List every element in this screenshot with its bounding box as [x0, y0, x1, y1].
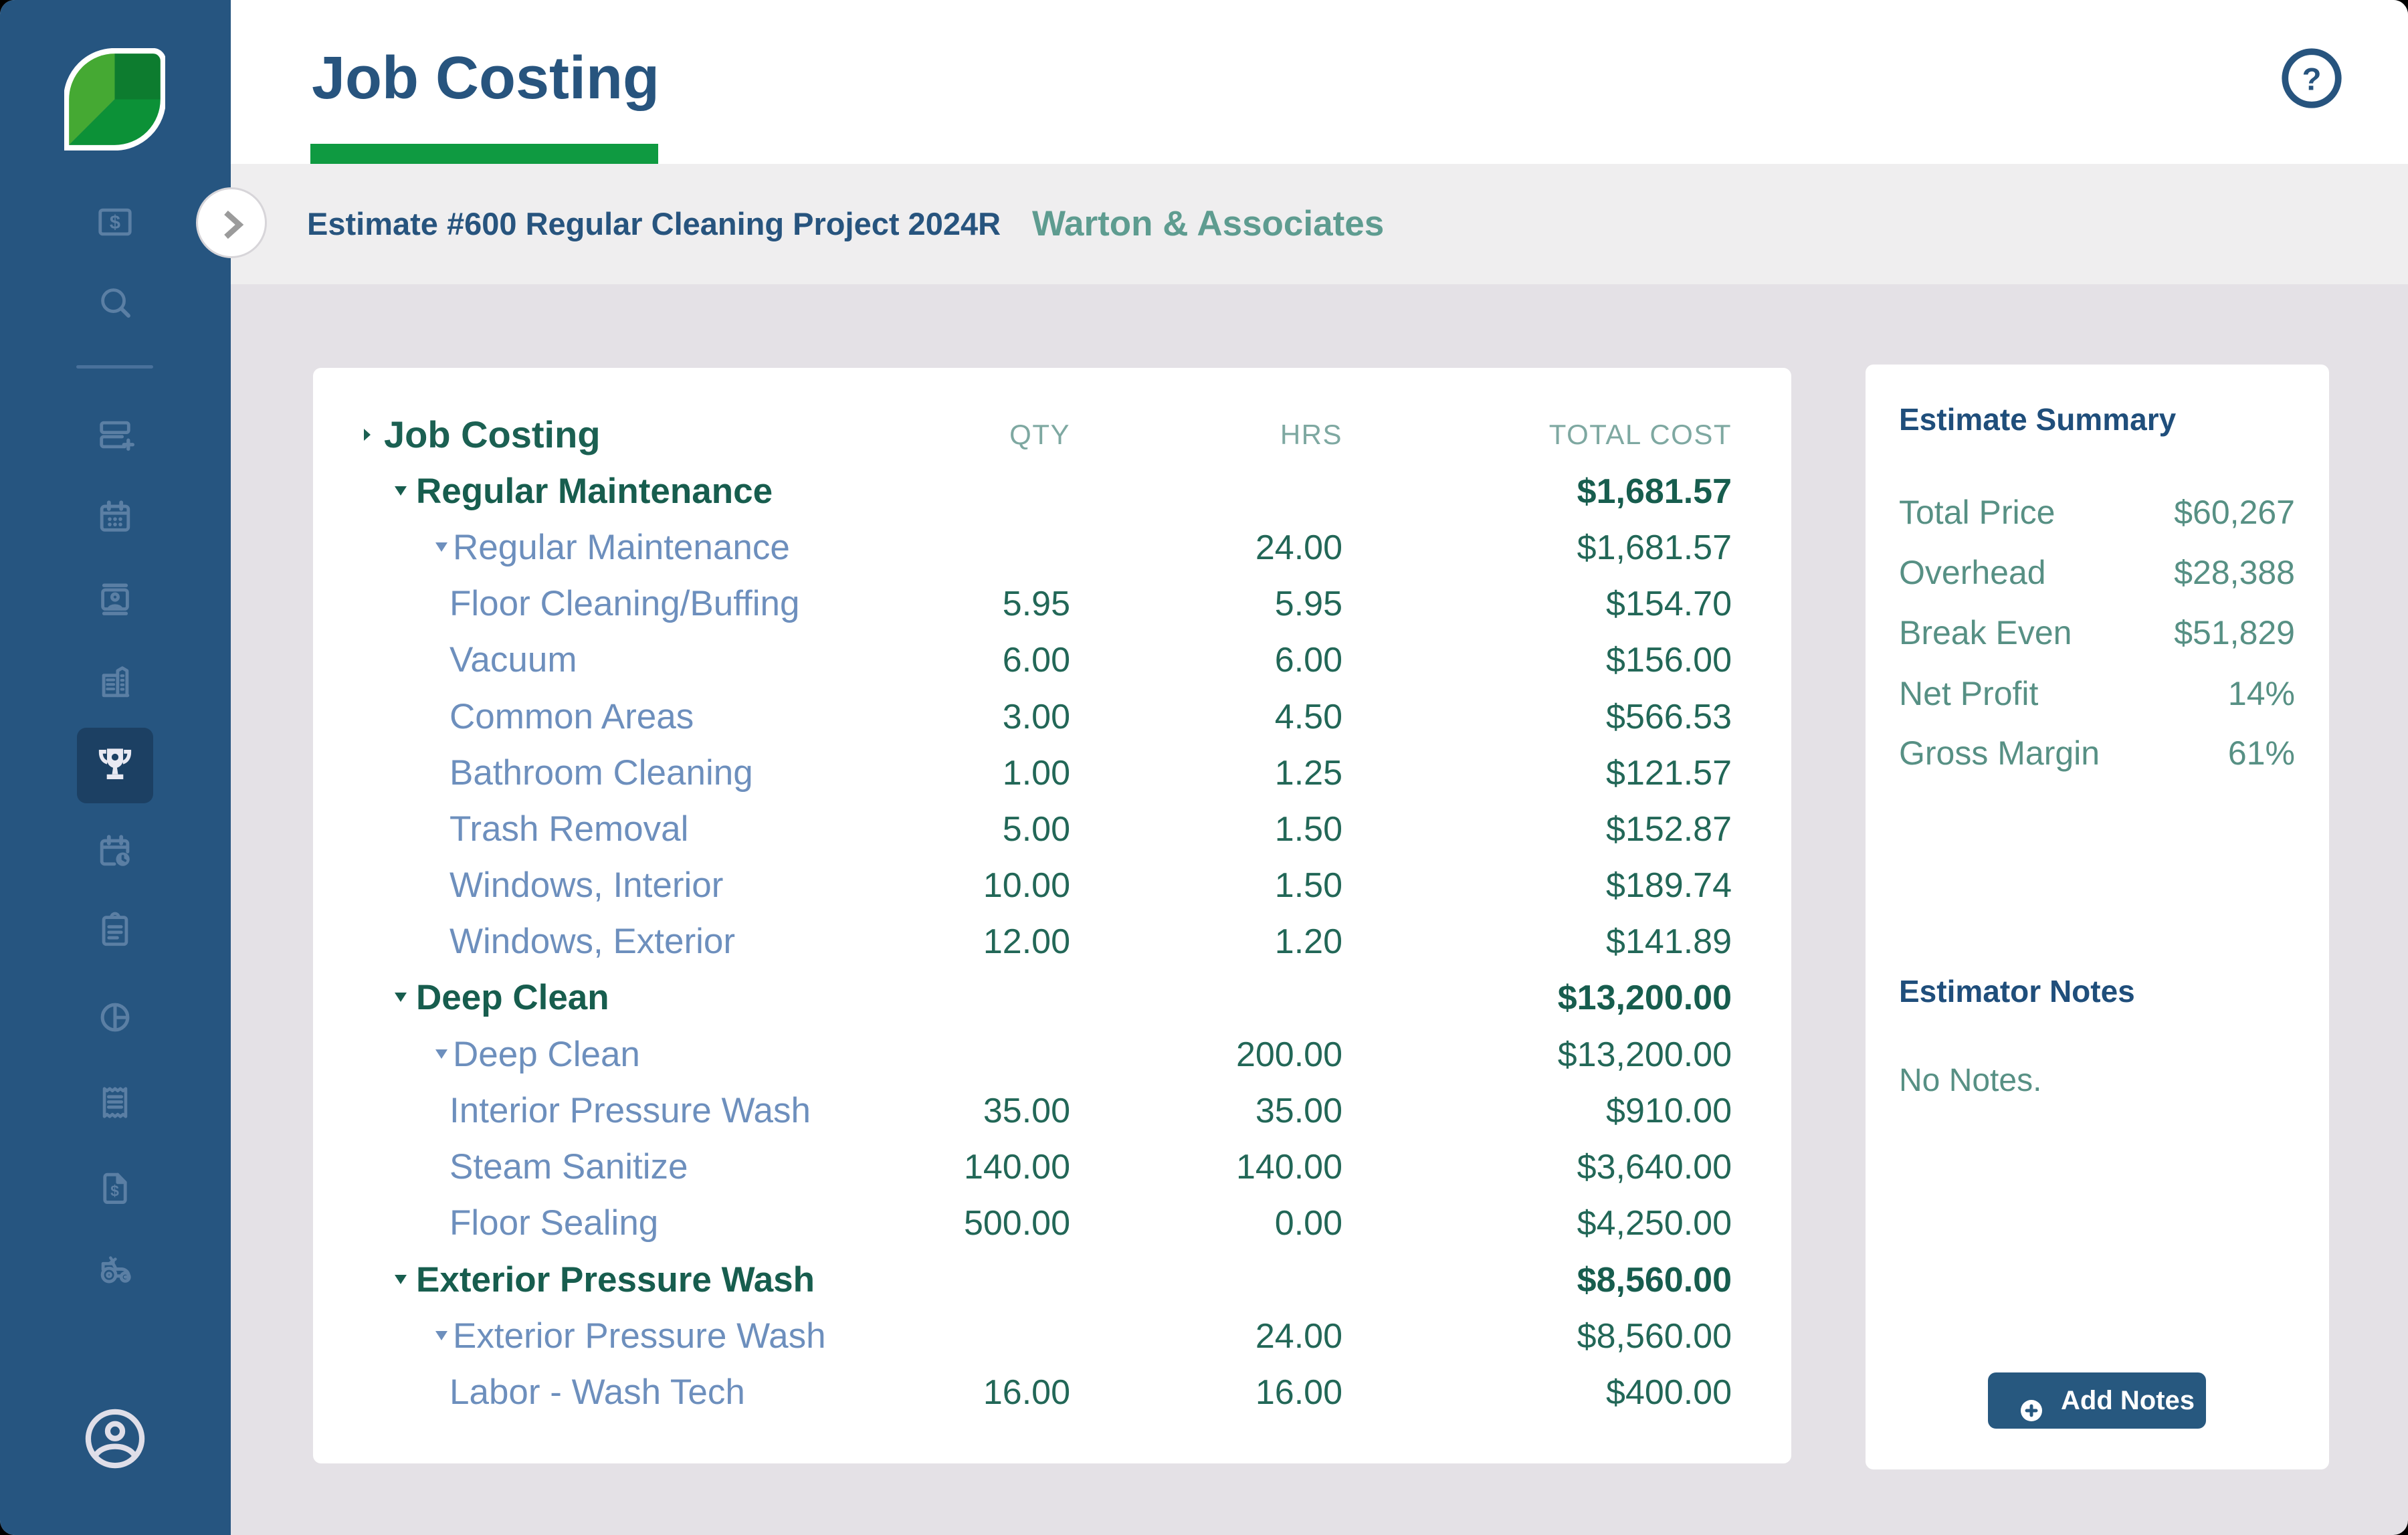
- svg-text:?: ?: [2302, 62, 2322, 97]
- svg-text:$: $: [110, 1183, 119, 1200]
- svg-text:$: $: [110, 212, 120, 233]
